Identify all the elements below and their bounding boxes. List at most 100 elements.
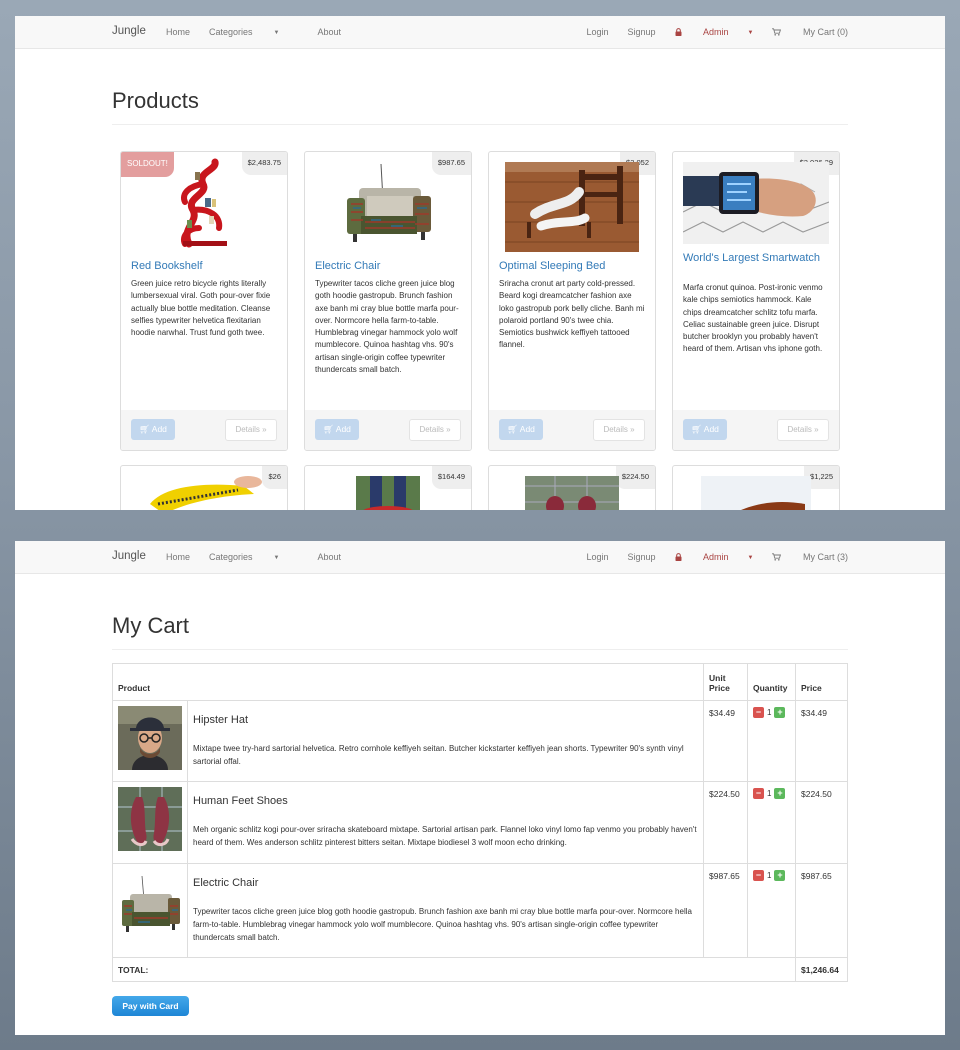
unit-price: $224.50: [703, 781, 748, 864]
product-thumbnail[interactable]: [118, 706, 182, 770]
pay-with-card-button[interactable]: Pay with Card: [112, 996, 189, 1016]
nav-left: Home Categories ▼ About: [166, 27, 360, 37]
product-card: $2,026.29 World's Largest Smartwatch Mar…: [672, 151, 840, 451]
nav-admin[interactable]: Admin ▼: [675, 552, 753, 562]
add-to-cart-button[interactable]: 🛒︎ Add: [683, 419, 727, 440]
nav-categories[interactable]: Categories ▼: [209, 27, 298, 37]
product-image[interactable]: [341, 160, 435, 250]
add-label: Add: [703, 424, 719, 434]
page-title: Products: [112, 88, 199, 113]
cart-header-row: Product Unit Price Quantity Price: [111, 663, 849, 701]
add-to-cart-button[interactable]: 🛒︎ Add: [131, 419, 175, 440]
cart-icon: 🛒︎: [691, 424, 702, 434]
title-divider: [112, 649, 848, 650]
nav-cart[interactable]: My Cart (0): [772, 27, 848, 37]
add-to-cart-button[interactable]: 🛒︎ Add: [315, 419, 359, 440]
add-to-cart-button[interactable]: 🛒︎ Add: [499, 419, 543, 440]
unit-price: $987.65: [703, 863, 748, 958]
nav-admin-label: Admin: [703, 27, 729, 37]
product-name[interactable]: Electric Chair: [315, 260, 461, 272]
product-image[interactable]: [525, 476, 619, 510]
minus-icon[interactable]: −: [753, 788, 764, 800]
product-thumbnail-cell: [112, 863, 188, 958]
quantity-value: 1: [767, 789, 772, 799]
nav-signup[interactable]: Signup: [627, 27, 655, 37]
product-description: Sriracha cronut art party cold-pressed. …: [499, 279, 645, 350]
price-tag: $164.49: [431, 466, 471, 489]
card-footer: 🛒︎ Add Details »: [121, 410, 287, 450]
nav-admin-label: Admin: [703, 552, 729, 562]
navbar: Jungle Home Categories ▼ About Login Sign…: [15, 16, 945, 49]
product-image[interactable]: [144, 474, 264, 510]
line-price: $224.50: [794, 781, 849, 864]
cart-icon: 🛒︎: [507, 424, 518, 434]
header-price-label: Price: [709, 683, 730, 693]
page-header: Products: [112, 88, 848, 125]
details-button[interactable]: Details »: [409, 419, 461, 441]
nav-categories-label: Categories: [209, 552, 253, 562]
brand-link[interactable]: Jungle: [112, 25, 146, 37]
lock-icon: [675, 553, 681, 561]
products-window: Jungle Home Categories ▼ About Login Sign…: [15, 16, 945, 510]
nav-cart[interactable]: My Cart (3): [772, 552, 848, 562]
caret-down-icon: ▼: [273, 30, 280, 36]
product-card: $224.50: [488, 465, 656, 510]
nav-admin[interactable]: Admin ▼: [675, 27, 753, 37]
plus-icon[interactable]: +: [774, 707, 786, 719]
product-card: $26: [120, 465, 288, 510]
plus-icon[interactable]: +: [774, 870, 786, 882]
nav-left: Home Categories ▼ About: [166, 552, 360, 562]
nav-login[interactable]: Login: [586, 552, 608, 562]
table-row: Hipster Hat Mixtape twee try-hard sartor…: [112, 700, 849, 782]
product-info-cell: Human Feet Shoes Meh organic schlitz kog…: [186, 781, 705, 864]
product-description: Typewriter tacos cliche green juice blog…: [315, 279, 459, 375]
nav-home[interactable]: Home: [166, 27, 190, 37]
card-footer: 🛒︎ Add Details »: [489, 410, 655, 450]
product-image[interactable]: [701, 476, 811, 510]
cart-icon: [772, 553, 782, 561]
product-thumbnail-cell: [112, 781, 188, 864]
product-name[interactable]: Optimal Sleeping Bed: [499, 260, 645, 272]
header-quantity: Quantity: [747, 663, 796, 701]
product-image[interactable]: [356, 476, 420, 510]
quantity-stepper: −1 +: [747, 863, 796, 958]
total-value: $1,246.64: [794, 957, 849, 982]
table-row: Human Feet Shoes Meh organic schlitz kog…: [112, 781, 849, 864]
nav-login[interactable]: Login: [586, 27, 608, 37]
cart-icon: 🛒︎: [139, 424, 150, 434]
details-button[interactable]: Details »: [777, 419, 829, 441]
product-name[interactable]: World's Largest Smartwatch: [683, 252, 829, 264]
minus-icon[interactable]: −: [753, 707, 764, 719]
nav-right: Login Signup Admin ▼ My Cart (3): [567, 552, 848, 562]
quantity-stepper: −1 +: [747, 700, 796, 782]
header-unit-price: Unit Price: [703, 663, 748, 701]
product-thumbnail[interactable]: [118, 874, 182, 938]
nav-signup[interactable]: Signup: [627, 552, 655, 562]
price-tag: $26: [262, 466, 287, 489]
unit-price: $34.49: [703, 700, 748, 782]
product-image[interactable]: [683, 162, 829, 244]
minus-icon[interactable]: −: [753, 870, 764, 882]
nav-about[interactable]: About: [318, 552, 342, 562]
nav-categories[interactable]: Categories ▼: [209, 552, 298, 562]
product-thumbnail[interactable]: [118, 787, 182, 851]
product-name: Electric Chair: [193, 877, 259, 889]
product-description: Meh organic schlitz kogi pour-over srira…: [193, 825, 697, 847]
card-footer: 🛒︎ Add Details »: [673, 410, 839, 450]
plus-icon[interactable]: +: [774, 788, 786, 800]
details-button[interactable]: Details »: [593, 419, 645, 441]
header-unit-label: Unit: [709, 673, 726, 683]
total-label: TOTAL:: [112, 957, 796, 982]
product-name: Human Feet Shoes: [193, 795, 288, 807]
product-info-cell: Hipster Hat Mixtape twee try-hard sartor…: [186, 700, 705, 782]
table-row: Electric Chair Typewriter tacos cliche g…: [112, 863, 849, 958]
lock-icon: [675, 28, 681, 36]
brand-link[interactable]: Jungle: [112, 550, 146, 562]
product-description: Marfa cronut quinoa. Post-ironic venmo k…: [683, 283, 823, 354]
details-button[interactable]: Details »: [225, 419, 277, 441]
product-image[interactable]: [505, 162, 639, 252]
nav-home[interactable]: Home: [166, 552, 190, 562]
product-name[interactable]: Red Bookshelf: [131, 260, 277, 272]
product-card: SOLDOUT! $2,483.75 Red Bookshelf Green j…: [120, 151, 288, 451]
nav-about[interactable]: About: [318, 27, 342, 37]
